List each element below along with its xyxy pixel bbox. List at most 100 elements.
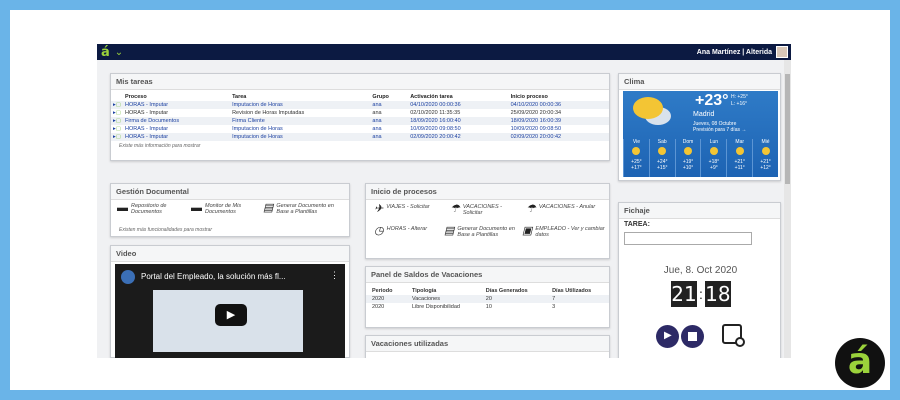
clock-in-title: Fichaje [619,203,780,219]
channel-avatar [121,270,135,284]
col-grupo: Grupo [372,94,389,100]
app-logo[interactable]: á [101,45,110,60]
used-vacation-panel: Vacaciones utilizadas [365,335,610,358]
clock-hour: 21 [671,281,697,307]
process-label: EMPLEADO - Ver y cambiar datos [535,226,605,238]
col-tarea: Tarea [232,94,247,100]
doc-generate-link[interactable]: ▤ Generar Documento en Base a Plantillas [263,202,347,216]
video-player[interactable]: Portal del Empleado, la solución más fl.… [115,264,345,358]
clock-minute: 18 [704,281,731,307]
forecast-day: Mar +21° +11° [726,139,752,177]
id-card-icon: ▣ [522,225,533,237]
video-caption: Portal del Empleado, la solución más fl.… [141,272,286,281]
day-low: +10° [682,165,694,171]
umbrella-icon: ☂ [450,203,460,215]
brand-logo: á [835,338,885,388]
doc-item-label: Repositorio de Documentos [131,203,167,215]
task-proceso[interactable]: Firma de Documentos [122,117,231,125]
process-horas-alterar[interactable]: ◷ HORAS - Alterar [374,226,446,237]
cell: 20 [485,296,492,302]
stop-icon [688,332,697,341]
forecast-day: Vie +25° +17° [623,139,649,177]
sun-icon [632,147,641,155]
day-low: +9° [710,165,718,171]
current-temp: +23° [695,92,729,109]
forecast-link[interactable]: Previsión para 7 días → [693,127,746,133]
task-inicio: 18/09/2020 16:00:39 [508,117,609,125]
process-vacaciones-anular[interactable]: ☂ VACACIONES - Anular [526,203,606,215]
task-tarea[interactable]: Revision de Horas Imputadas [230,109,370,117]
process-viajes[interactable]: ✈ VIAJES - Solicitar [374,203,446,215]
weather-title: Clima [619,74,780,90]
play-button[interactable]: ▶ [215,304,247,326]
task-tarea[interactable]: Imputacion de Horas [230,125,370,133]
task-proceso[interactable]: HORAS - Imputar [122,101,231,109]
cell: 2020 [372,304,385,310]
process-label: Generar Documento en Base a Plantillas [457,226,515,238]
hi-lo: H: +25° L: +16° [731,94,748,107]
task-tarea[interactable]: Firma Cliente [230,117,371,125]
processes-panel: Inicio de procesos ✈ VIAJES - Solicitar ☂… [365,183,610,259]
task-activacion: 02/09/2020 20:00:42 [408,133,509,141]
scrollbar-thumb[interactable] [785,74,790,184]
clock-date: Jue, 8. Oct 2020 [663,265,738,276]
table-row[interactable]: ▸▢ Firma de Documentos Firma Cliente ana… [111,117,609,125]
day-name: Dom [682,139,694,145]
table-row[interactable]: ▸▢ HORAS - Imputar Imputacion de Horas a… [111,133,609,141]
umbrella-cancel-icon: ☂ [526,203,536,215]
task-proceso[interactable]: HORAS - Imputar [123,125,230,133]
tasks-title: Mis tareas [111,74,609,90]
doc-monitor-link[interactable]: ▬ Monitor de Mis Documentos [191,203,261,216]
play-pause-button[interactable]: ▶ [656,325,679,348]
weather-widget[interactable]: +23° H: +25° L: +16° Madrid Jueves, 08 O… [623,91,778,177]
task-grupo: ana [372,110,382,116]
cell: 10 [485,304,492,310]
task-activacion: 02/10/2020 11:35:35 [410,110,461,116]
task-input[interactable] [624,232,752,245]
table-row[interactable]: ▸▢ HORAS - Imputar Imputacion de Horas a… [111,125,609,133]
table-row[interactable]: ▸▢ HORAS - Imputar Revision de Horas Imp… [111,109,609,117]
stop-button[interactable] [681,325,704,348]
tasks-more-note: Existe más información para mostrar [119,143,201,149]
task-tarea[interactable]: Imputacion de Horas [230,133,371,141]
documents-panel: Gestión Documental ▬ Repositorio de Docum… [110,183,350,237]
document-icon: ▤ [444,225,455,237]
day-name: Mar [735,139,745,145]
document-icon: ▤ [263,202,274,214]
doc-item-label: Generar Documento en Base a Plantillas [276,203,334,215]
task-proceso[interactable]: HORAS - Imputar [122,133,231,141]
task-proceso[interactable]: HORAS - Imputar [123,109,230,117]
day-name: Lun [709,139,719,145]
task-grupo: ana [370,133,409,141]
balances-table: Periodo Tipología Días Generados Días Ut… [366,287,609,311]
more-icon[interactable]: ⋮ [330,270,339,281]
day-name: Mié [761,139,770,145]
user-name[interactable]: Ana Martínez | Alterida [697,49,772,56]
avatar[interactable] [776,46,788,58]
table-row: 2020 Vacaciones 20 7 [366,295,609,303]
tasks-panel: Mis tareas Proceso Tarea Grupo Activació… [110,73,610,161]
process-generar-documento[interactable]: ▤ Generar Documento en Base a Plantillas [444,225,524,239]
process-vacaciones-solicitar[interactable]: ☂ VACACIONES - Solicitar [450,203,522,217]
task-inicio: 04/10/2020 00:00:36 [508,101,609,109]
task-activacion: 18/09/2020 16:00:40 [408,117,509,125]
city: Madrid [693,111,715,118]
plane-icon: ✈ [374,203,384,215]
page-scrollbar[interactable] [784,60,791,358]
process-label: VACACIONES - Solicitar [462,204,502,216]
col-activacion: Activación tarea [410,94,453,100]
task-inicio: 25/09/2020 20:00:34 [510,110,562,116]
task-tarea[interactable]: Imputacion de Horas [230,101,371,109]
table-row[interactable]: ▸▢ HORAS - Imputar Imputacion de Horas a… [111,101,609,109]
play-icon: ▶ [664,330,672,341]
sun-icon [658,147,667,155]
doc-repository-link[interactable]: ▬ Repositorio de Documentos [117,203,187,216]
forecast-day: Sab +24° +15° [648,139,675,177]
weather-panel: Clima +23° H: +25° L: +16° Madrid Jueves… [618,73,781,181]
cell: 3 [552,304,556,310]
chevron-down-icon[interactable]: ⌄ [115,47,123,58]
day-low: +12° [760,165,771,171]
calendar-clock-icon[interactable] [722,324,745,347]
processes-title: Inicio de procesos [366,184,609,200]
process-empleado[interactable]: ▣ EMPLEADO - Ver y cambiar datos [522,225,608,239]
